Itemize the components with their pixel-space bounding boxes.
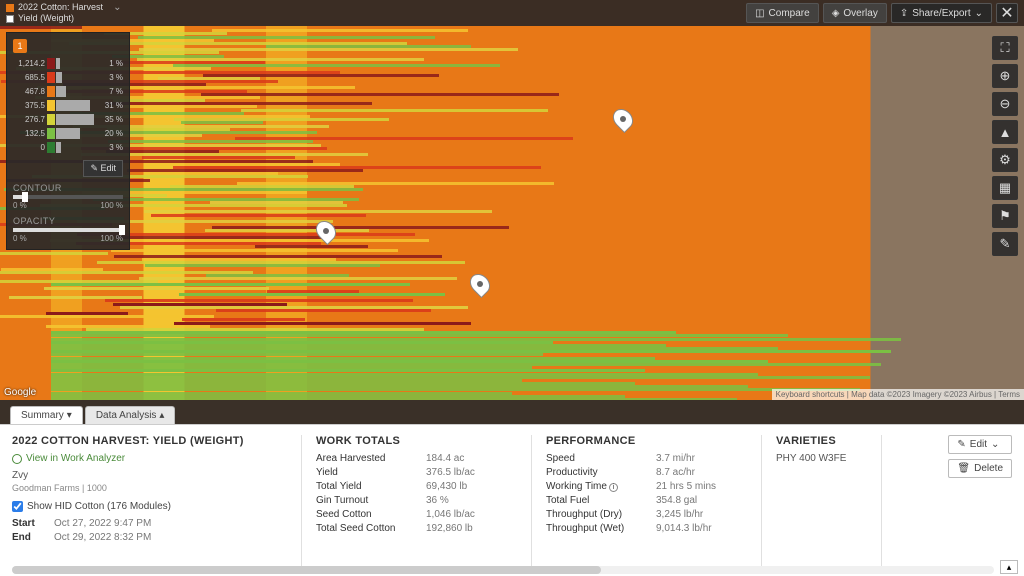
metric-row: Seed Cotton1,046 lb/ac [316, 509, 517, 520]
farm-name: Goodman Farms | 1000 [12, 483, 287, 493]
tab-summary[interactable]: Summary ▾ [10, 406, 83, 424]
chevron-down-icon: ⌄ [975, 8, 983, 19]
legend-badge: 1 [13, 39, 27, 53]
layer2-swatch [6, 15, 14, 23]
analyzer-icon [12, 454, 22, 464]
compare-icon: ◫ [755, 8, 764, 19]
close-icon: ✕ [1000, 3, 1013, 23]
variety-name: PHY 400 W3FE [776, 453, 867, 464]
chevron-down-icon: ▾ [67, 410, 72, 421]
show-hid-checkbox[interactable]: Show HID Cotton (176 Modules) [12, 501, 287, 512]
summary-col-varieties: VARIETIES PHY 400 W3FE [762, 435, 882, 572]
legend-row: 276.735 % [13, 113, 123, 126]
chevron-up-icon: ▴ [159, 410, 164, 421]
field-map[interactable]: Google Keyboard shortcuts | Map data ©20… [0, 26, 1024, 400]
horizontal-scrollbar[interactable] [12, 566, 994, 574]
map-attribution: Keyboard shortcuts | Map data ©2023 Imag… [772, 389, 1024, 400]
chevron-down-icon: ⌄ [113, 2, 121, 13]
legend-row: 375.531 % [13, 99, 123, 112]
summary-col-info: 2022 COTTON HARVEST: YIELD (WEIGHT) View… [12, 435, 302, 572]
legend-row: 1,214.21 % [13, 57, 123, 70]
layer-selector[interactable]: 2022 Cotton: Harvest ⌄ Yield (Weight) [6, 2, 121, 24]
edit-button[interactable]: ✎ Edit ⌄ [948, 435, 1012, 454]
metric-row: Throughput (Dry)3,245 lb/hr [546, 509, 747, 520]
legend-histogram: 1,214.21 %685.53 %467.87 %375.531 %276.7… [13, 57, 123, 154]
layer2-label: Yield (Weight) [18, 13, 74, 24]
top-actions: ◫Compare ◈Overlay ⇪Share/Export⌄ ✕ [746, 3, 1018, 23]
close-button[interactable]: ✕ [996, 3, 1018, 23]
scrollbar-thumb[interactable] [12, 566, 601, 574]
settings-button[interactable]: ⚙ [992, 148, 1018, 172]
metric-row: Yield376.5 lb/ac [316, 467, 517, 478]
zoom-in-button[interactable]: ⊕ [992, 64, 1018, 88]
summary-col-work: WORK TOTALS Area Harvested184.4 acYield3… [302, 435, 532, 572]
legend-panel: 1 1,214.21 %685.53 %467.87 %375.531 %276… [6, 32, 130, 250]
summary-panel: 2022 COTTON HARVEST: YIELD (WEIGHT) View… [0, 424, 1024, 576]
start-time: Oct 27, 2022 9:47 PM [54, 518, 151, 529]
legend-row: 685.53 % [13, 71, 123, 84]
zoom-out-button[interactable]: ⊖ [992, 92, 1018, 116]
metric-row: Total Fuel354.8 gal [546, 495, 747, 506]
contour-slider[interactable] [13, 195, 123, 199]
legend-edit-button[interactable]: ✎ Edit [83, 160, 123, 177]
collapse-panel-button[interactable]: ▴ [1000, 560, 1018, 574]
tab-data-analysis[interactable]: Data Analysis ▴ [85, 406, 176, 424]
map-tools: ⛶ ⊕ ⊖ ▲ ⚙ ▦ ⚑ ✎ [992, 36, 1018, 256]
legend-row: 467.87 % [13, 85, 123, 98]
metric-row: Working Timei21 hrs 5 mins [546, 481, 747, 492]
overlay-icon: ◈ [832, 8, 840, 19]
legend-row: 132.520 % [13, 127, 123, 140]
locate-button[interactable]: ▲ [992, 120, 1018, 144]
panel-title: 2022 COTTON HARVEST: YIELD (WEIGHT) [12, 435, 287, 447]
view-work-analyzer-link[interactable]: View in Work Analyzer [12, 453, 287, 464]
metric-row: Area Harvested184.4 ac [316, 453, 517, 464]
metric-row: Gin Turnout36 % [316, 495, 517, 506]
summary-actions: ✎ Edit ⌄ 🗑 Delete [936, 435, 1012, 572]
info-icon[interactable]: i [609, 483, 618, 492]
flag-button[interactable]: ⚑ [992, 204, 1018, 228]
opacity-slider[interactable] [13, 228, 123, 232]
metric-row: Productivity8.7 ac/hr [546, 467, 747, 478]
overlay-button[interactable]: ◈Overlay [823, 3, 887, 23]
metric-row: Throughput (Wet)9,014.3 lb/hr [546, 523, 747, 534]
metric-row: Total Yield69,430 lb [316, 481, 517, 492]
metric-row: Speed3.7 mi/hr [546, 453, 747, 464]
top-bar: 2022 Cotton: Harvest ⌄ Yield (Weight) ◫Co… [0, 0, 1024, 26]
bottom-tabs: Summary ▾ Data Analysis ▴ [10, 406, 175, 424]
contour-label: CONTOUR [13, 183, 123, 193]
metric-row: Total Seed Cotton192,860 lb [316, 523, 517, 534]
share-icon: ⇪ [900, 8, 908, 19]
layer1-swatch [6, 4, 14, 12]
layer1-label: 2022 Cotton: Harvest [18, 2, 103, 13]
google-logo: Google [4, 387, 36, 398]
opacity-label: OPACITY [13, 216, 123, 226]
owner-name: Zvy [12, 470, 287, 481]
compare-button[interactable]: ◫Compare [746, 3, 819, 23]
draw-button[interactable]: ✎ [992, 232, 1018, 256]
summary-col-performance: PERFORMANCE Speed3.7 mi/hrProductivity8.… [532, 435, 762, 572]
share-export-button[interactable]: ⇪Share/Export⌄ [891, 3, 992, 23]
legend-row: 03 % [13, 141, 123, 154]
layers-button[interactable]: ▦ [992, 176, 1018, 200]
delete-button[interactable]: 🗑 Delete [948, 459, 1012, 478]
fullscreen-button[interactable]: ⛶ [992, 36, 1018, 60]
end-time: Oct 29, 2022 8:32 PM [54, 532, 151, 543]
